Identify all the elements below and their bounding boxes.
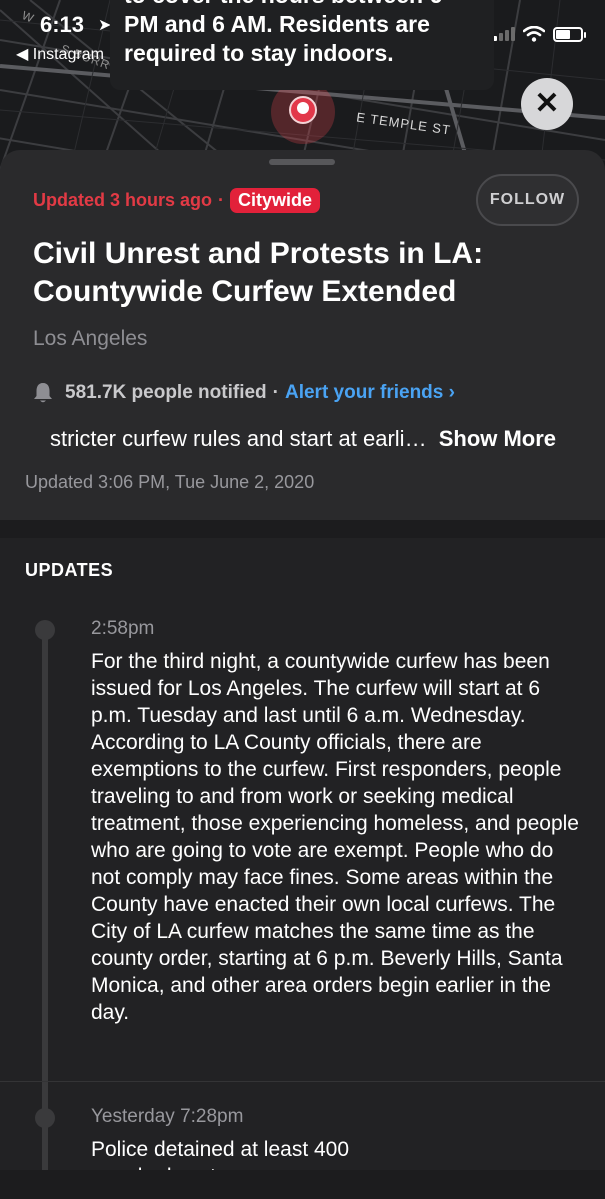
- notified-row: 581.7K people notified · Alert your frie…: [33, 382, 455, 404]
- incident-summary: stricter curfew rules and start at earli…: [50, 426, 556, 452]
- incident-meta: Updated 3 hours ago · Citywide: [33, 188, 321, 213]
- back-to-app-link[interactable]: ◀ Instagram: [16, 44, 104, 64]
- timeline-dot: [35, 1108, 55, 1128]
- update-time: 2:58pm: [91, 618, 155, 639]
- battery-icon: [553, 26, 586, 42]
- update-separator: [0, 1081, 605, 1082]
- cellular-signal-icon: [493, 27, 515, 41]
- sheet-grabber-handle[interactable]: [269, 159, 335, 165]
- status-icons: [493, 26, 586, 42]
- follow-button[interactable]: FOLLOW: [476, 174, 579, 226]
- summary-text: stricter curfew rules and start at earli…: [50, 426, 427, 451]
- close-button[interactable]: ✕: [521, 78, 573, 130]
- meta-separator: ·: [218, 190, 225, 210]
- updates-section: UPDATES 2:58pm For the third night, a co…: [0, 538, 605, 1199]
- update-text: For the third night, a countywide curfew…: [91, 650, 579, 1024]
- incident-location: Los Angeles: [33, 327, 148, 350]
- wifi-icon: [523, 26, 545, 42]
- alert-friends-link[interactable]: Alert your friends ›: [285, 382, 455, 404]
- incident-sheet: Updated 3 hours ago · Citywide FOLLOW Ci…: [0, 150, 605, 520]
- timeline-dot: [35, 620, 55, 640]
- notified-count: 581.7K people notified: [65, 382, 267, 403]
- bell-icon: [34, 383, 52, 403]
- status-time: 6:13: [40, 12, 85, 37]
- notification-banner[interactable]: to cover the hours between 6 PM and 6 AM…: [110, 0, 494, 90]
- bottom-edge: [0, 1170, 605, 1199]
- updated-ago-text: Updated 3 hours ago: [33, 190, 213, 210]
- show-more-link[interactable]: Show More: [439, 426, 556, 451]
- updates-heading: UPDATES: [25, 560, 114, 580]
- notified-separator: ·: [272, 382, 279, 403]
- updated-timestamp: Updated 3:06 PM, Tue June 2, 2020: [25, 472, 315, 492]
- incident-title: Civil Unrest and Protests in LA: Countyw…: [33, 237, 484, 308]
- notification-text: to cover the hours between 6 PM and 6 AM…: [124, 0, 442, 66]
- update-time: Yesterday 7:28pm: [91, 1106, 244, 1127]
- incident-pin-icon[interactable]: [289, 96, 317, 124]
- close-icon: ✕: [534, 87, 560, 120]
- update-text: Police detained at least 400 people down…: [91, 1138, 350, 1170]
- scope-badge: Citywide: [230, 188, 321, 213]
- section-divider: [0, 520, 605, 538]
